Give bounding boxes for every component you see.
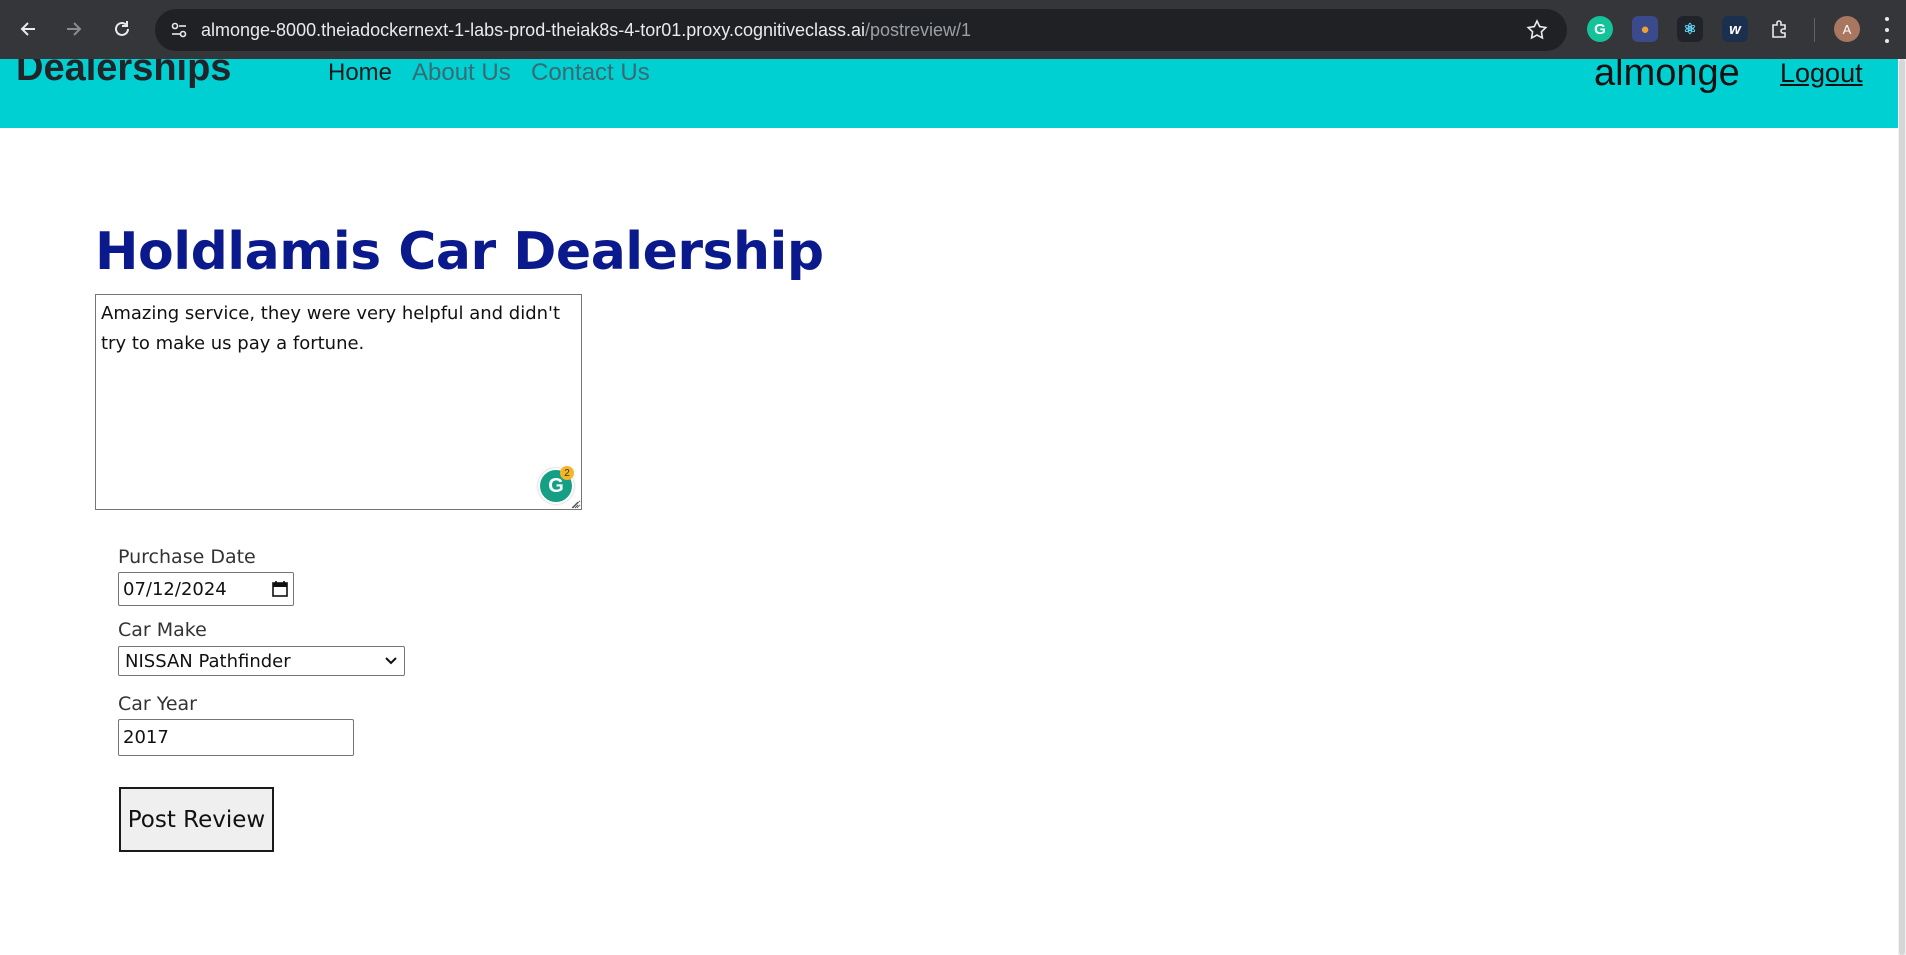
grammarly-extension-icon[interactable]: G [1587, 16, 1613, 42]
dealer-name-heading: Holdlamis Car Dealership [95, 222, 824, 282]
back-button[interactable] [12, 12, 44, 46]
post-review-button[interactable]: Post Review [119, 787, 274, 852]
bookmark-star-icon[interactable] [1525, 18, 1549, 42]
page-scrollbar[interactable] [1898, 59, 1906, 955]
react-devtools-extension-icon[interactable]: ⚛ [1677, 16, 1703, 42]
browser-toolbar: almonge-8000.theiadockernext-1-labs-prod… [0, 0, 1906, 59]
username-label: almonge [1594, 59, 1740, 94]
logout-link[interactable]: Logout [1780, 59, 1863, 89]
address-bar[interactable]: almonge-8000.theiadockernext-1-labs-prod… [155, 9, 1567, 51]
forward-arrow-icon [67, 22, 82, 36]
car-make-label: Car Make [118, 619, 207, 641]
chevron-down-icon [385, 657, 397, 665]
purchase-date-input[interactable]: 07/12/2024 [118, 572, 294, 606]
url-path: /postreview/1 [865, 20, 972, 40]
site-info-icon[interactable] [167, 18, 191, 42]
car-year-value: 2017 [123, 727, 169, 748]
owl-extension-icon[interactable]: ● [1632, 16, 1658, 42]
wordtune-extension-icon[interactable]: w [1722, 16, 1748, 42]
browser-menu-icon[interactable] [1880, 17, 1894, 43]
back-arrow-icon [20, 22, 35, 36]
car-year-label: Car Year [118, 693, 197, 715]
resize-grip-icon[interactable] [569, 499, 579, 509]
nav-about-link[interactable]: About Us [412, 59, 511, 87]
reload-button[interactable] [106, 12, 138, 46]
grammarly-suggestion-count: 2 [560, 466, 574, 480]
scrollbar-thumb[interactable] [1899, 59, 1905, 955]
review-textarea[interactable]: Amazing service, they were very helpful … [95, 294, 582, 510]
car-make-select[interactable]: NISSAN Pathfinder [118, 646, 405, 676]
site-navbar: Dealerships Home About Us Contact Us alm… [0, 59, 1898, 128]
forward-button[interactable] [58, 12, 90, 46]
reload-icon [115, 21, 129, 36]
profile-avatar[interactable]: A [1834, 16, 1860, 42]
toolbar-separator [1814, 18, 1815, 42]
extensions-puzzle-icon[interactable] [1767, 16, 1793, 42]
url-text[interactable]: almonge-8000.theiadockernext-1-labs-prod… [201, 9, 971, 51]
purchase-date-value: 07/12/2024 [123, 578, 227, 600]
url-host: almonge-8000.theiadockernext-1-labs-prod… [201, 20, 866, 40]
car-make-value: NISSAN Pathfinder [125, 650, 291, 672]
nav-home-link[interactable]: Home [328, 59, 392, 87]
calendar-icon[interactable] [271, 580, 289, 598]
purchase-date-label: Purchase Date [118, 546, 256, 568]
site-brand[interactable]: Dealerships [16, 59, 231, 90]
car-year-input[interactable]: 2017 [118, 719, 354, 756]
nav-contact-link[interactable]: Contact Us [531, 59, 650, 87]
